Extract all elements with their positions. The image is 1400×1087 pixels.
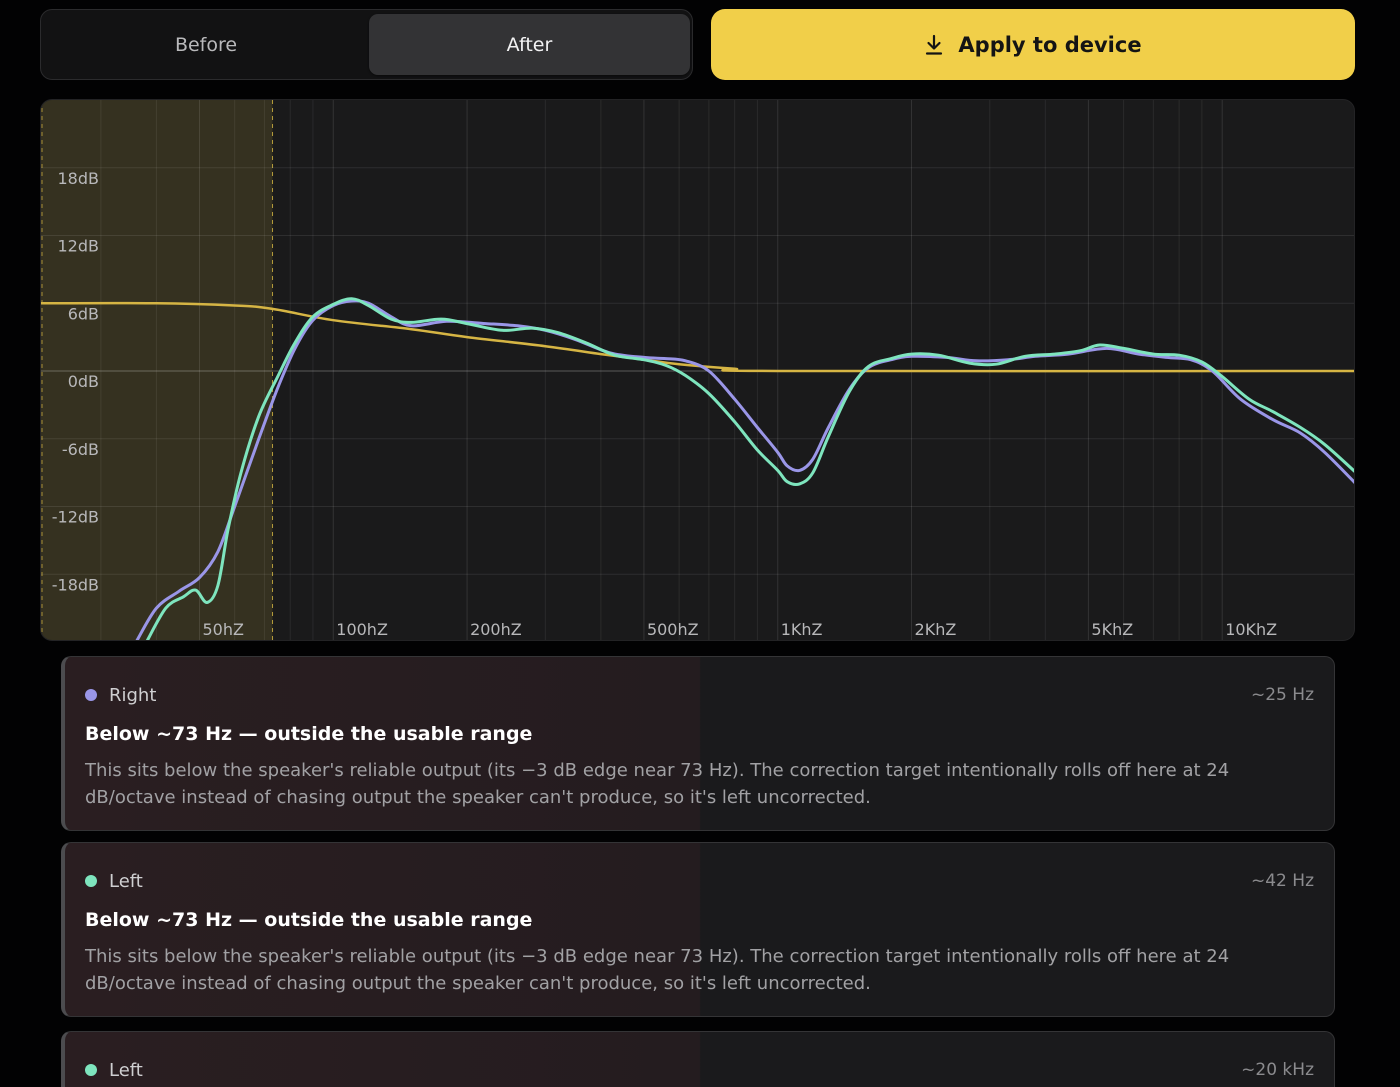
- channel-dot: [85, 875, 97, 887]
- y-tick-label: -12dB: [52, 508, 99, 527]
- x-tick-label: 200hZ: [470, 620, 522, 639]
- after-toggle-button[interactable]: After: [369, 14, 690, 75]
- apply-to-device-button[interactable]: Apply to device: [711, 9, 1355, 80]
- channel-dot: [85, 1064, 97, 1076]
- download-icon: [926, 34, 943, 55]
- y-tick-label: 6dB: [68, 304, 99, 323]
- x-tick-label: 100hZ: [336, 620, 388, 639]
- note-body: This sits below the speaker's reliable o…: [85, 760, 1230, 808]
- frequency-label: ~42 Hz: [1251, 871, 1314, 891]
- channel-label: Left: [109, 870, 143, 892]
- note-card[interactable]: Left ~20 kHz: [61, 1031, 1335, 1087]
- before-toggle-button[interactable]: Before: [45, 14, 367, 75]
- x-tick-label: 500hZ: [647, 620, 699, 639]
- frequency-response-plot: 18dB 12dB 6dB 0dB -6dB -12dB -18dB 50hZ 100hZ 200…: [41, 100, 1354, 640]
- y-tick-label: 12dB: [58, 237, 100, 256]
- channel-label: Right: [109, 684, 157, 706]
- note-title: Below ~73 Hz — outside the usable range: [85, 909, 533, 931]
- channel-dot: [85, 689, 97, 701]
- note-card[interactable]: Right ~25 Hz Below ~73 Hz — outside the …: [61, 656, 1335, 831]
- right-channel-line: [135, 299, 1354, 640]
- x-tick-label: 1KhZ: [781, 620, 823, 639]
- frequency-label: ~25 Hz: [1251, 685, 1314, 705]
- note-card[interactable]: Left ~42 Hz Below ~73 Hz — outside the u…: [61, 842, 1335, 1017]
- left-channel-line: [145, 297, 1354, 640]
- note-card-header: Left ~42 Hz: [85, 869, 1314, 893]
- note-card-header: Left ~20 kHz: [85, 1058, 1314, 1082]
- frequency-label: ~20 kHz: [1241, 1060, 1314, 1080]
- channel-label: Left: [109, 1059, 143, 1081]
- frequency-response-chart: 18dB 12dB 6dB 0dB -6dB -12dB -18dB 50hZ 100hZ 200…: [40, 99, 1355, 641]
- x-tick-label: 5KhZ: [1091, 620, 1133, 639]
- before-after-toggle: Before After: [40, 9, 693, 80]
- y-tick-label: -6dB: [62, 440, 99, 459]
- y-tick-label: 0dB: [68, 372, 99, 391]
- note-title: Below ~73 Hz — outside the usable range: [85, 723, 533, 745]
- y-tick-label: -18dB: [52, 575, 99, 594]
- x-tick-label: 2KhZ: [915, 620, 957, 639]
- x-tick-label: 50hZ: [202, 620, 244, 639]
- x-tick-label: 10KhZ: [1225, 620, 1277, 639]
- note-body: This sits below the speaker's reliable o…: [85, 946, 1230, 994]
- y-tick-label: 18dB: [58, 169, 100, 188]
- note-card-header: Right ~25 Hz: [85, 683, 1314, 707]
- apply-button-label: Apply to device: [958, 32, 1142, 57]
